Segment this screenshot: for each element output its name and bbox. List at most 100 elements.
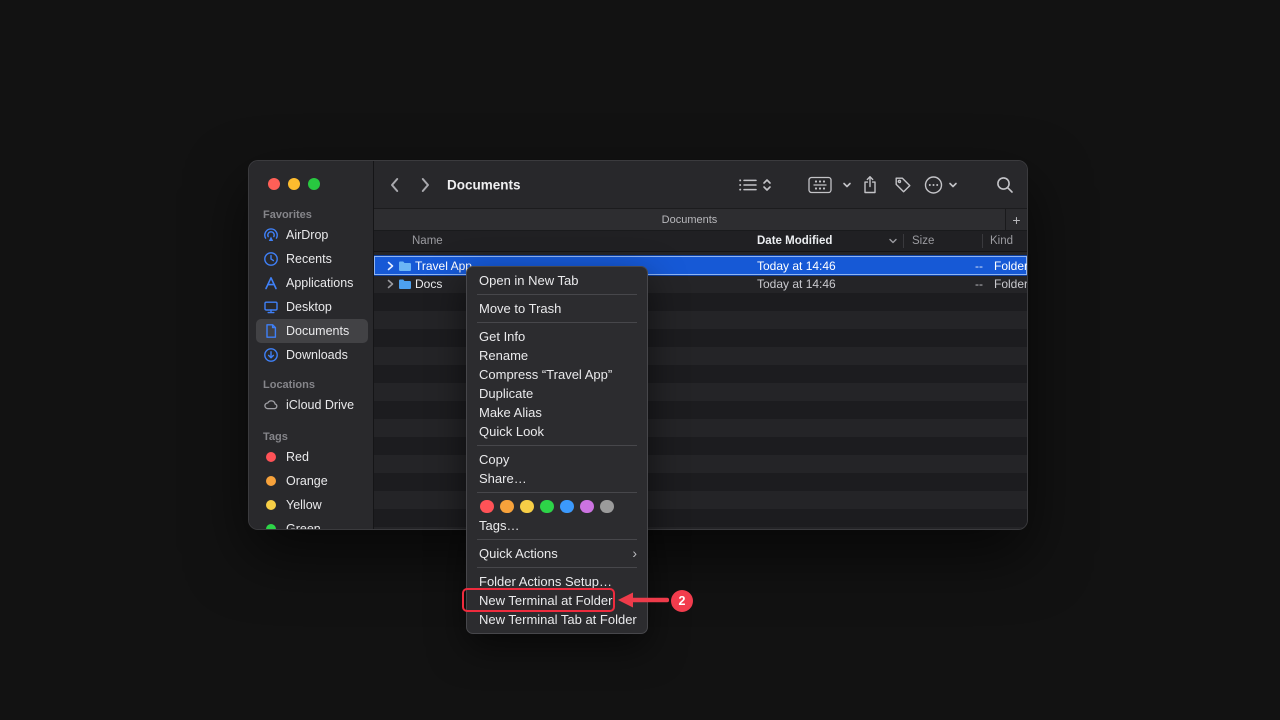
tag-color-row (467, 497, 647, 516)
toolbar: Documents (374, 161, 1027, 208)
submenu-chevron-icon: › (632, 544, 637, 563)
list-view-button[interactable] (738, 177, 758, 193)
menu-item-make-alias[interactable]: Make Alias (467, 403, 647, 422)
chevron-left-icon (389, 176, 400, 193)
group-chevron[interactable] (842, 181, 852, 189)
menu-separator (477, 539, 637, 540)
chevron-down-icon (842, 181, 852, 189)
sidebar-item-tag-yellow[interactable]: Yellow (256, 493, 368, 517)
tags-toolbar-button[interactable] (894, 176, 912, 194)
tag-icon (894, 176, 912, 194)
disclosure-chevron-icon[interactable] (387, 261, 394, 271)
locations-section-label: Locations (249, 377, 373, 393)
download-circle-icon (263, 347, 279, 363)
airdrop-icon (263, 227, 279, 243)
chevron-right-icon (420, 176, 431, 193)
sidebar-item-tag-green[interactable]: Green (256, 517, 368, 529)
red-tag-icon (266, 452, 276, 462)
column-headers: Name Date Modified Size Kind (374, 231, 1027, 252)
column-kind[interactable]: Kind (990, 235, 1013, 247)
plus-icon: + (1012, 212, 1020, 228)
sort-chevrons-icon (762, 177, 772, 193)
more-actions-chevron[interactable] (948, 181, 958, 189)
close-button[interactable] (268, 178, 280, 190)
menu-item-share[interactable]: Share… (467, 469, 647, 488)
document-icon (263, 323, 279, 339)
clock-icon (263, 251, 279, 267)
folder-icon (398, 260, 412, 272)
column-size[interactable]: Size (912, 235, 934, 247)
menu-separator (477, 445, 637, 446)
chevron-down-icon (948, 181, 958, 189)
group-icon (808, 176, 832, 193)
green-tag-icon (266, 524, 276, 529)
orange-tag-dot[interactable] (500, 500, 514, 514)
sidebar-item-tag-orange[interactable]: Orange (256, 469, 368, 493)
list-view-icon (738, 177, 758, 193)
more-actions-button[interactable] (924, 175, 943, 194)
share-icon (862, 175, 878, 194)
more-actions-icon (924, 175, 943, 194)
menu-item-move-to-trash[interactable]: Move to Trash (467, 299, 647, 318)
menu-item-tags[interactable]: Tags… (467, 516, 647, 535)
new-tab-button[interactable]: + (1005, 209, 1027, 230)
menu-separator (477, 567, 637, 568)
yellow-tag-icon (266, 500, 276, 510)
sidebar-item-documents[interactable]: Documents (256, 319, 368, 343)
sidebar-item-desktop[interactable]: Desktop (256, 295, 368, 319)
orange-tag-icon (266, 476, 276, 486)
column-divider (982, 234, 983, 248)
sidebar-item-airdrop[interactable]: AirDrop (256, 223, 368, 247)
blue-tag-dot[interactable] (560, 500, 574, 514)
purple-tag-dot[interactable] (580, 500, 594, 514)
annotation-highlight-box (462, 588, 615, 612)
search-icon (996, 176, 1014, 194)
menu-item-get-info[interactable]: Get Info (467, 327, 647, 346)
green-tag-dot[interactable] (540, 500, 554, 514)
menu-item-quick-look[interactable]: Quick Look (467, 422, 647, 441)
disclosure-chevron-icon[interactable] (387, 279, 394, 289)
sidebar-item-tag-red[interactable]: Red (256, 445, 368, 469)
sidebar-item-recents[interactable]: Recents (256, 247, 368, 271)
search-button[interactable] (996, 176, 1014, 194)
column-name[interactable]: Name (412, 235, 443, 247)
menu-item-quick-actions[interactable]: Quick Actions › (467, 544, 647, 563)
annotation-arrow (617, 590, 669, 610)
applications-icon (263, 275, 279, 291)
zoom-button[interactable] (308, 178, 320, 190)
sidebar: Favorites AirDrop Recents Applications (249, 161, 374, 529)
favorites-section-label: Favorites (249, 207, 373, 223)
menu-separator (477, 294, 637, 295)
menu-item-duplicate[interactable]: Duplicate (467, 384, 647, 403)
context-menu: Open in New Tab Move to Trash Get Info R… (466, 266, 648, 634)
tab-documents[interactable]: Documents (374, 209, 1005, 230)
back-button[interactable] (389, 176, 400, 193)
menu-item-new-terminal-tab-at-folder[interactable]: New Terminal Tab at Folder (467, 610, 647, 629)
folder-icon (398, 278, 412, 290)
gray-tag-dot[interactable] (600, 500, 614, 514)
menu-item-open-in-new-tab[interactable]: Open in New Tab (467, 271, 647, 290)
menu-separator (477, 322, 637, 323)
forward-button[interactable] (420, 176, 431, 193)
page-title: Documents (447, 177, 521, 192)
minimize-button[interactable] (288, 178, 300, 190)
annotation-step-badge: 2 (671, 590, 693, 612)
window-controls (268, 178, 320, 190)
view-selector-chevrons[interactable] (762, 177, 772, 193)
menu-item-rename[interactable]: Rename (467, 346, 647, 365)
column-date-modified[interactable]: Date Modified (757, 235, 832, 247)
red-tag-dot[interactable] (480, 500, 494, 514)
menu-item-copy[interactable]: Copy (467, 450, 647, 469)
sidebar-item-icloud-drive[interactable]: iCloud Drive (256, 393, 368, 417)
group-button[interactable] (808, 176, 832, 193)
share-button[interactable] (862, 175, 878, 194)
tags-section-label: Tags (249, 429, 373, 445)
sidebar-item-applications[interactable]: Applications (256, 271, 368, 295)
menu-separator (477, 492, 637, 493)
desktop-icon (263, 299, 279, 315)
sidebar-item-downloads[interactable]: Downloads (256, 343, 368, 367)
column-divider (903, 234, 904, 248)
yellow-tag-dot[interactable] (520, 500, 534, 514)
menu-item-compress[interactable]: Compress “Travel App” (467, 365, 647, 384)
sort-chevron-icon[interactable] (888, 237, 898, 245)
